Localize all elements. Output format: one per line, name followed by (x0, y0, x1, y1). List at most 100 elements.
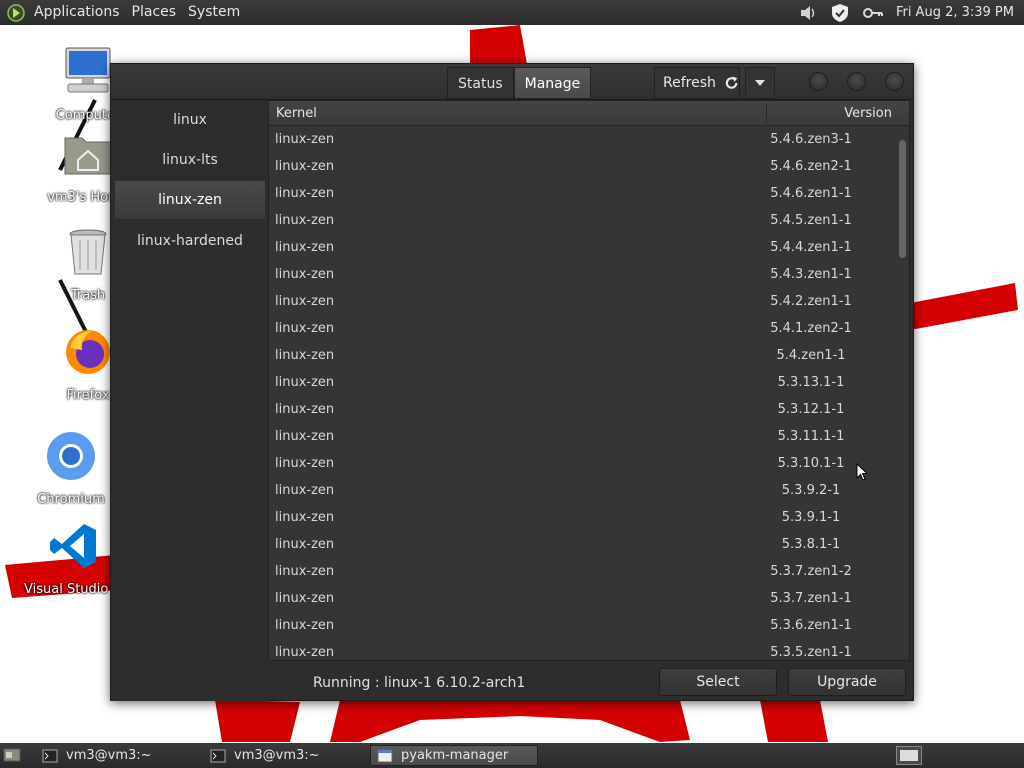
version-cell: 5.4.6.zen2-1 (770, 159, 852, 174)
table-row[interactable]: linux-zen 5.4.5.zen1-1 (269, 207, 895, 234)
distro-logo-icon[interactable] (6, 3, 26, 23)
table-row[interactable]: linux-zen 5.4.1.zen2-1 (269, 315, 895, 342)
table-row[interactable]: linux-zen 5.3.7.zen1-1 (269, 585, 895, 612)
sidebar-item-linux-lts[interactable]: linux-lts (115, 141, 265, 179)
table-row[interactable]: linux-zen 5.3.12.1-1 (269, 396, 895, 423)
version-cell: 5.3.9.2-1 (781, 483, 841, 498)
firefox-icon (66, 330, 110, 374)
volume-icon[interactable] (798, 3, 818, 23)
version-cell: 5.4.6.zen3-1 (770, 132, 852, 147)
menu-button[interactable] (745, 67, 775, 99)
select-button[interactable]: Select (659, 668, 777, 696)
kernel-cell: linux-zen (275, 294, 335, 309)
kernel-cell: linux-zen (275, 267, 335, 282)
version-cell: 5.3.11.1-1 (777, 429, 845, 444)
tab-manage[interactable]: Manage (513, 67, 592, 99)
pyakm-manager-window: Status Manage Refresh linux linux-lts li… (110, 63, 914, 701)
system-menu[interactable]: System (182, 0, 246, 25)
table-row[interactable]: linux-zen 5.4.6.zen2-1 (269, 153, 895, 180)
chevron-down-icon (755, 80, 765, 86)
table-row[interactable]: linux-zen 5.3.11.1-1 (269, 423, 895, 450)
refresh-label: Refresh (663, 75, 716, 91)
kernel-cell: linux-zen (275, 510, 335, 525)
table-row[interactable]: linux-zen 5.4.zen1-1 (269, 342, 895, 369)
minimize-button[interactable] (809, 72, 828, 91)
scroll-thumb[interactable] (899, 140, 906, 258)
task-label: pyakm-manager (401, 748, 509, 763)
desktop-icon-label: Chromium (37, 492, 105, 507)
column-header-version[interactable]: Version (844, 106, 892, 121)
terminal-icon (210, 749, 226, 762)
kernel-cell: linux-zen (275, 456, 335, 471)
version-cell: 5.3.8.1-1 (781, 537, 841, 552)
table-row[interactable]: linux-zen 5.3.9.1-1 (269, 504, 895, 531)
version-cell: 5.3.7.zen1-1 (770, 591, 852, 606)
window-icon (377, 749, 393, 762)
chromium-icon (47, 432, 95, 480)
tab-status[interactable]: Status (447, 67, 514, 99)
kernel-sidebar: linux linux-lts linux-zen linux-hardened (111, 101, 267, 701)
column-header-kernel[interactable]: Kernel (276, 106, 317, 121)
kernel-cell: linux-zen (275, 645, 335, 660)
kernel-cell: linux-zen (275, 213, 335, 228)
home-folder-icon (64, 137, 112, 175)
clock[interactable]: Fri Aug 2, 3:39 PM (896, 5, 1014, 20)
kernel-table: Kernel Version linux-zen 5.4.6.zen3-1 linu… (268, 100, 910, 661)
sidebar-item-linux[interactable]: linux (115, 101, 265, 139)
header-bar: Status Manage Refresh (111, 64, 913, 100)
table-row[interactable]: linux-zen 5.4.6.zen3-1 (269, 126, 895, 153)
table-row[interactable]: linux-zen 5.4.2.zen1-1 (269, 288, 895, 315)
kernel-cell: linux-zen (275, 591, 335, 606)
task-terminal-2[interactable]: vm3@vm3:~ (204, 745, 364, 766)
version-cell: 5.4.4.zen1-1 (770, 240, 852, 255)
kernel-cell: linux-zen (275, 618, 335, 633)
terminal-icon (42, 749, 58, 762)
kernel-cell: linux-zen (275, 537, 335, 552)
table-row[interactable]: linux-zen 5.3.6.zen1-1 (269, 612, 895, 639)
upgrade-button[interactable]: Upgrade (788, 668, 906, 696)
table-row[interactable]: linux-zen 5.3.8.1-1 (269, 531, 895, 558)
places-menu[interactable]: Places (126, 0, 183, 25)
task-pyakm-manager[interactable]: pyakm-manager (370, 745, 538, 766)
table-body: linux-zen 5.4.6.zen3-1 linux-zen 5.4.6.zen2… (269, 126, 895, 660)
workspace-switcher-icon[interactable] (896, 746, 922, 765)
show-desktop-icon[interactable] (3, 747, 21, 763)
kernel-cell: linux-zen (275, 375, 335, 390)
close-button[interactable] (885, 72, 904, 91)
sidebar-item-linux-hardened[interactable]: linux-hardened (115, 222, 265, 260)
table-row[interactable]: linux-zen 5.3.9.2-1 (269, 477, 895, 504)
version-cell: 5.4.3.zen1-1 (770, 267, 852, 282)
task-terminal-1[interactable]: vm3@vm3:~ (36, 745, 196, 766)
version-cell: 5.4.6.zen1-1 (770, 186, 852, 201)
table-row[interactable]: linux-zen 5.4.4.zen1-1 (269, 234, 895, 261)
desktop-icon-chromium[interactable]: Chromium (21, 430, 121, 507)
sidebar-item-linux-zen[interactable]: linux-zen (115, 181, 265, 219)
computer-icon (65, 47, 111, 93)
table-row[interactable]: linux-zen 5.3.7.zen1-2 (269, 558, 895, 585)
key-icon[interactable] (862, 3, 884, 23)
kernel-cell: linux-zen (275, 240, 335, 255)
kernel-cell: linux-zen (275, 348, 335, 363)
table-row[interactable]: linux-zen 5.4.6.zen1-1 (269, 180, 895, 207)
table-header: Kernel Version (269, 101, 909, 126)
column-separator (766, 103, 767, 124)
applications-menu[interactable]: Applications (28, 0, 126, 25)
kernel-cell: linux-zen (275, 564, 335, 579)
vscode-icon (50, 524, 96, 568)
table-row[interactable]: linux-zen 5.3.13.1-1 (269, 369, 895, 396)
version-cell: 5.3.12.1-1 (777, 402, 845, 417)
desktop-icon-label: Visual Studio Code (24, 582, 146, 597)
kernel-cell: linux-zen (275, 402, 335, 417)
desktop-icon-vscode[interactable]: Visual Studio Code (24, 520, 146, 597)
shield-icon[interactable] (830, 3, 850, 23)
refresh-button[interactable]: Refresh (654, 67, 740, 99)
scrollbar[interactable] (896, 126, 909, 660)
table-row[interactable]: linux-zen 5.3.10.1-1 (269, 450, 895, 477)
trash-icon (69, 229, 107, 275)
maximize-button[interactable] (847, 72, 866, 91)
mouse-cursor-icon (856, 463, 868, 481)
running-kernel-status: Running : linux-1 6.10.2-arch1 (313, 675, 526, 691)
table-row[interactable]: linux-zen 5.3.5.zen1-1 (269, 639, 895, 660)
table-row[interactable]: linux-zen 5.4.3.zen1-1 (269, 261, 895, 288)
version-cell: 5.3.7.zen1-2 (770, 564, 852, 579)
